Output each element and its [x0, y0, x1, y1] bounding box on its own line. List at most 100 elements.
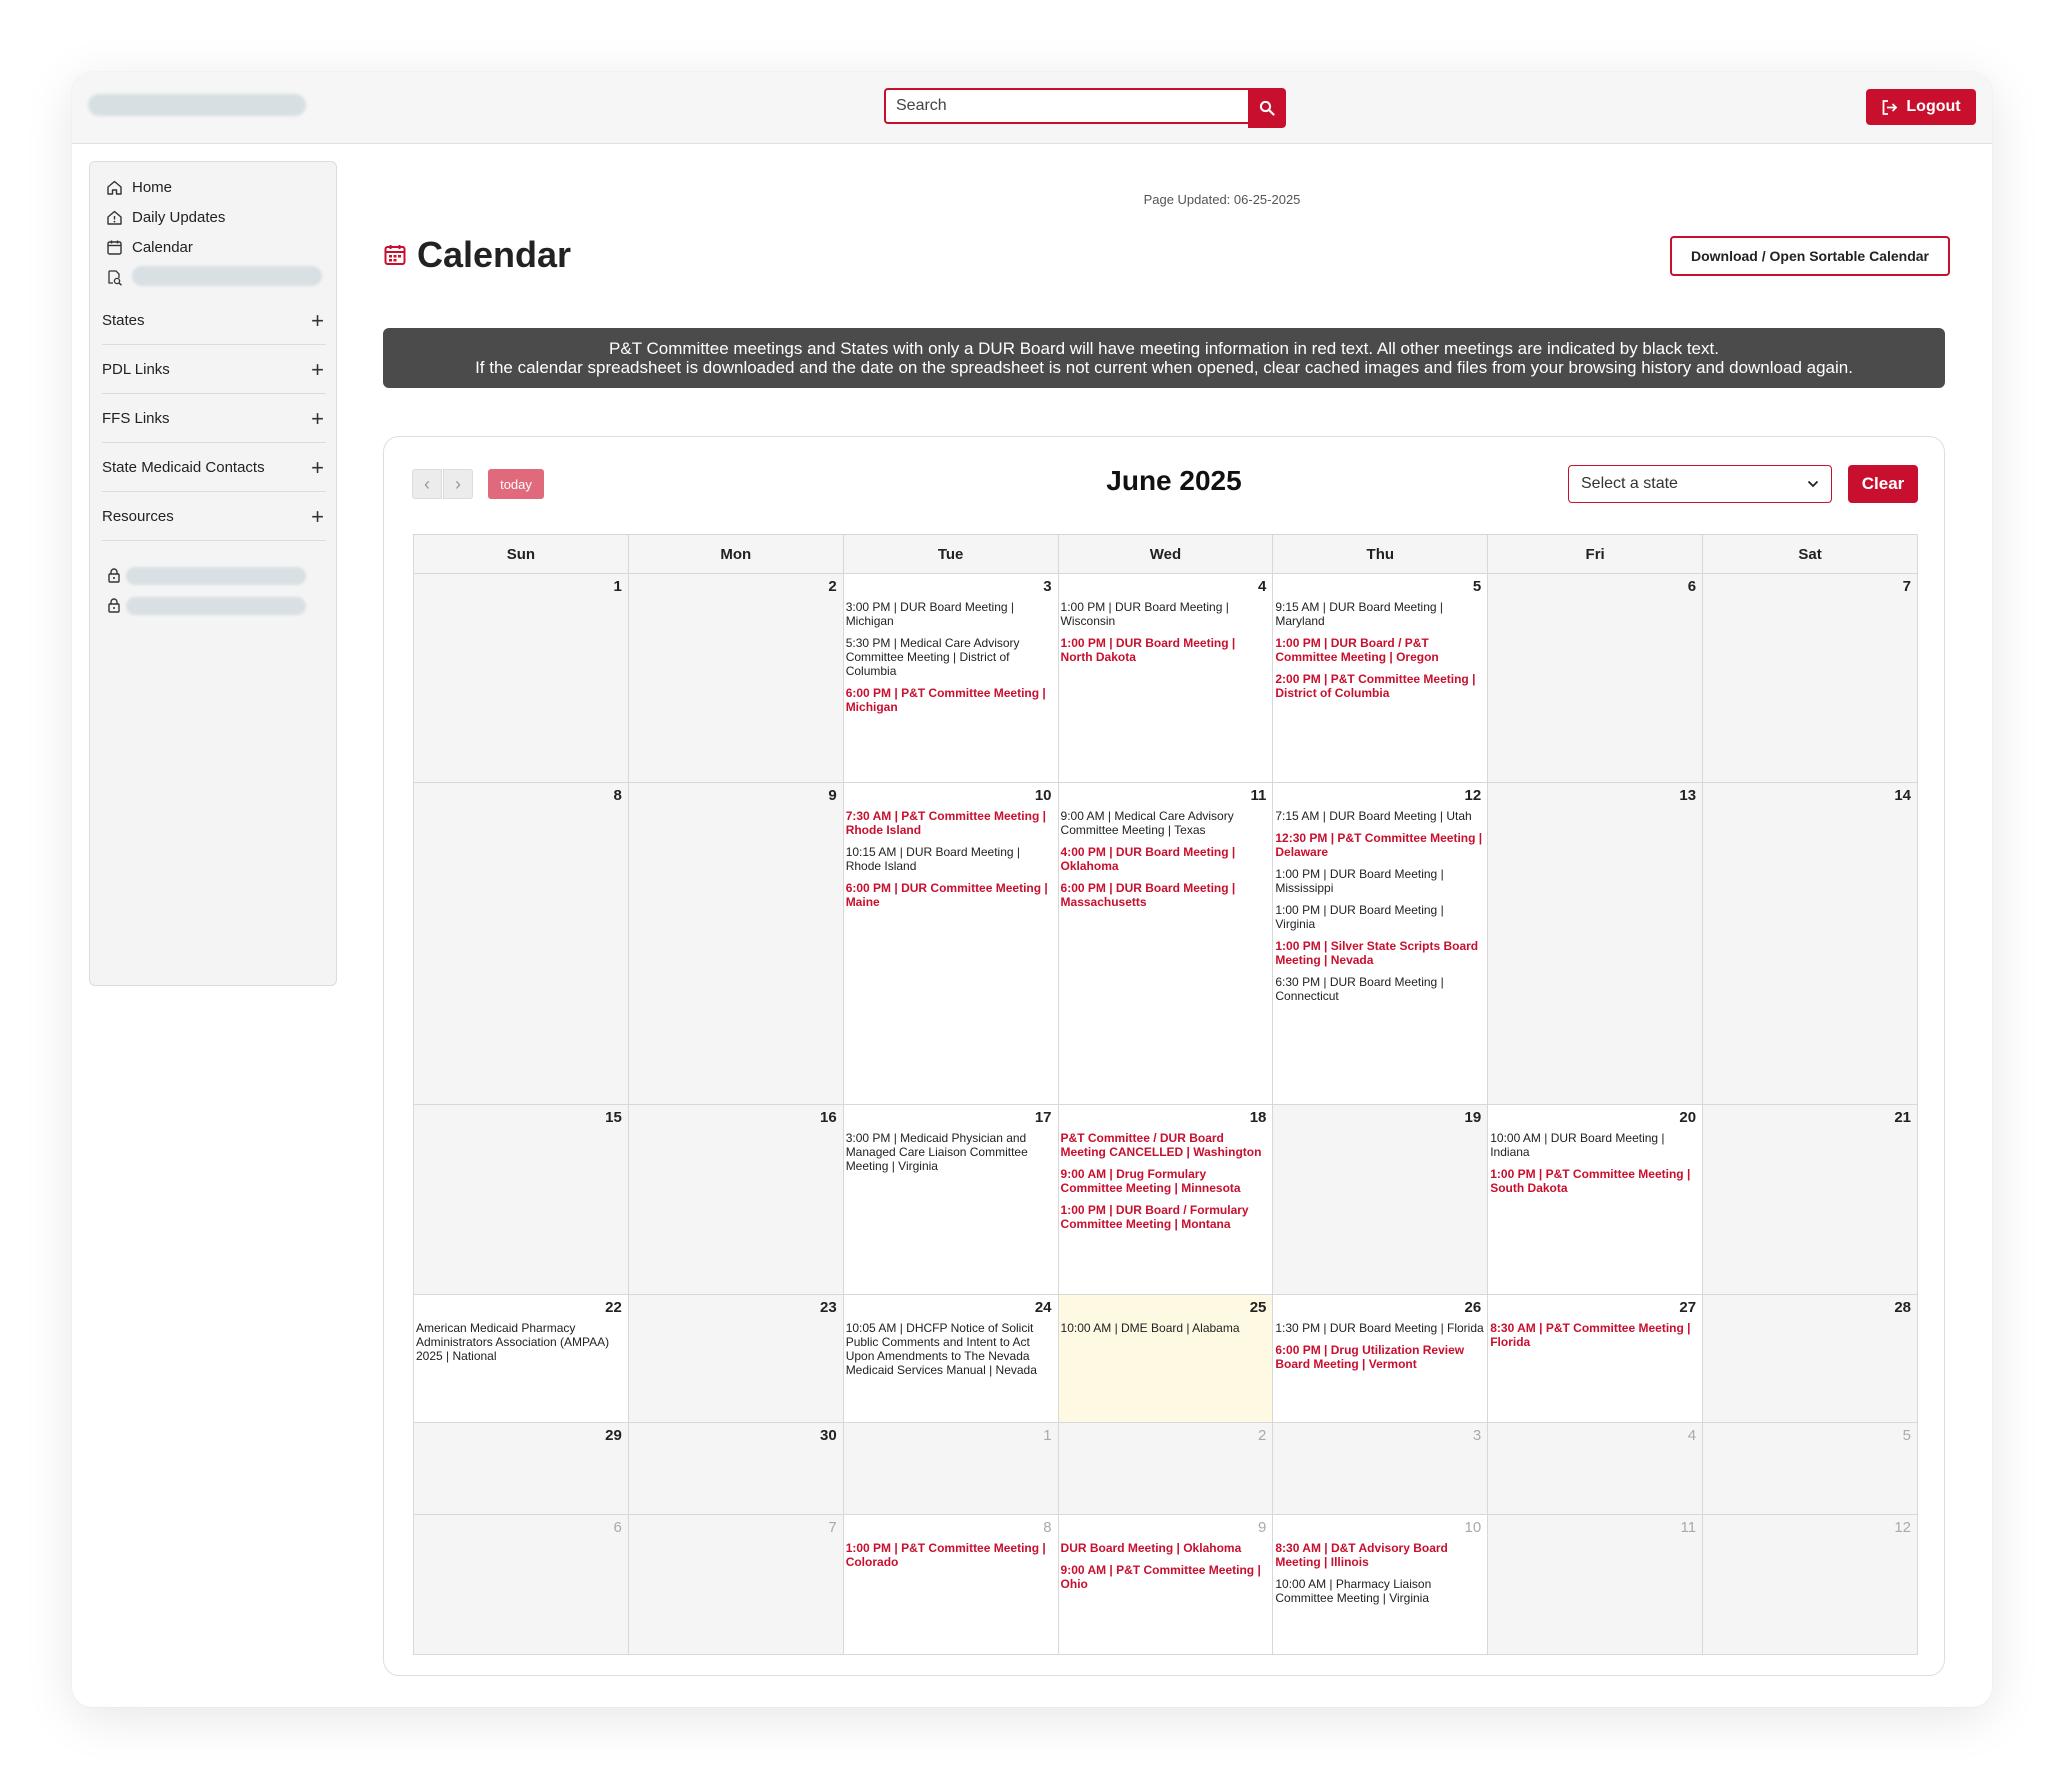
calendar-event[interactable]: 7:15 AM | DUR Board Meeting | Utah	[1273, 809, 1487, 823]
calendar-day-cell[interactable]: 17 3:00 PM | Medicaid Physician and Manag…	[842, 1104, 1059, 1295]
calendar-event[interactable]: 10:00 AM | Pharmacy Liaison Committee Me…	[1273, 1577, 1487, 1605]
calendar-day-cell[interactable]: 11	[1487, 1514, 1704, 1655]
sidebar-item-calendar[interactable]: Calendar	[106, 235, 193, 259]
sidebar-item-home[interactable]: Home	[106, 175, 172, 199]
calendar-event[interactable]: 6:00 PM | P&T Committee Meeting | Michig…	[844, 686, 1058, 714]
sidebar-section-resources[interactable]: Resources +	[102, 493, 326, 541]
sidebar-item-hidden[interactable]	[106, 265, 123, 289]
calendar-day-cell[interactable]: 25 10:00 AM | DME Board | Alabama	[1057, 1294, 1274, 1423]
calendar-event[interactable]: 6:00 PM | Drug Utilization Review Board …	[1273, 1343, 1487, 1371]
calendar-event[interactable]: 9:15 AM | DUR Board Meeting | Maryland	[1273, 600, 1487, 628]
calendar-event[interactable]: 9:00 AM | Medical Care Advisory Committe…	[1059, 809, 1273, 837]
sidebar-section-ffs-links[interactable]: FFS Links +	[102, 395, 326, 443]
calendar-day-cell[interactable]: 28	[1702, 1294, 1918, 1423]
calendar-day-cell[interactable]: 20 10:00 AM | DUR Board Meeting | Indiana…	[1487, 1104, 1704, 1295]
calendar-day-cell[interactable]: 12	[1702, 1514, 1918, 1655]
calendar-event[interactable]: 3:00 PM | DUR Board Meeting | Michigan	[844, 600, 1058, 628]
calendar-day-cell[interactable]: 30	[627, 1422, 844, 1515]
calendar-day-cell[interactable]: 9	[627, 782, 844, 1105]
calendar-day-cell[interactable]: 14	[1702, 782, 1918, 1105]
locked-link[interactable]	[126, 567, 306, 585]
calendar-event[interactable]: 1:00 PM | DUR Board Meeting | Wisconsin	[1059, 600, 1273, 628]
calendar-day-cell[interactable]: 29	[413, 1422, 629, 1515]
calendar-event[interactable]: 8:30 AM | D&T Advisory Board Meeting | I…	[1273, 1541, 1487, 1569]
calendar-day-cell[interactable]: 13	[1487, 782, 1704, 1105]
sidebar-section-pdl-links[interactable]: PDL Links +	[102, 346, 326, 394]
calendar-day-cell[interactable]: 9 DUR Board Meeting | Oklahoma 9:00 AM | P…	[1057, 1514, 1274, 1655]
calendar-event[interactable]: 8:30 AM | P&T Committee Meeting | Florid…	[1488, 1321, 1702, 1349]
clear-button[interactable]: Clear	[1848, 465, 1918, 503]
calendar-day-cell[interactable]: 24 10:05 AM | DHCFP Notice of Solicit Pub…	[842, 1294, 1059, 1423]
calendar-event[interactable]: 2:00 PM | P&T Committee Meeting | Distri…	[1273, 672, 1487, 700]
calendar-event[interactable]: 1:00 PM | DUR Board Meeting | Mississipp…	[1273, 867, 1487, 895]
locked-link[interactable]	[126, 597, 306, 615]
calendar-day-cell[interactable]: 5 9:15 AM | DUR Board Meeting | Maryland 1…	[1272, 573, 1489, 783]
sidebar-section-states[interactable]: States +	[102, 297, 326, 345]
calendar-event[interactable]: 6:00 PM | DUR Board Meeting | Massachuse…	[1059, 881, 1273, 909]
calendar-event[interactable]: 9:00 AM | P&T Committee Meeting | Ohio	[1059, 1563, 1273, 1591]
calendar-event[interactable]: 1:00 PM | DUR Board Meeting | North Dako…	[1059, 636, 1273, 664]
calendar-day-cell[interactable]: 1	[842, 1422, 1059, 1515]
calendar-day-cell[interactable]: 19	[1272, 1104, 1489, 1295]
calendar-event[interactable]: 4:00 PM | DUR Board Meeting | Oklahoma	[1059, 845, 1273, 873]
calendar-day-cell[interactable]: 1	[413, 573, 629, 783]
calendar-event[interactable]: DUR Board Meeting | Oklahoma	[1059, 1541, 1273, 1555]
calendar-day-cell[interactable]: 26 1:30 PM | DUR Board Meeting | Florida 6…	[1272, 1294, 1489, 1423]
calendar-day-cell[interactable]: 2	[1057, 1422, 1274, 1515]
calendar-day-cell[interactable]: 11 9:00 AM | Medical Care Advisory Commit…	[1057, 782, 1274, 1105]
prev-month-button[interactable]: ‹	[412, 469, 442, 499]
calendar-day-cell[interactable]: 2	[627, 573, 844, 783]
calendar-day-cell[interactable]: 8	[413, 782, 629, 1105]
calendar-day-cell[interactable]: 4	[1487, 1422, 1704, 1515]
calendar-event[interactable]: 9:00 AM | Drug Formulary Committee Meeti…	[1059, 1167, 1273, 1195]
calendar-event[interactable]: 1:00 PM | DUR Board Meeting | Virginia	[1273, 903, 1487, 931]
calendar-day-cell[interactable]: 15	[413, 1104, 629, 1295]
calendar-event[interactable]: 1:00 PM | DUR Board / P&T Committee Meet…	[1273, 636, 1487, 664]
search-button[interactable]	[1248, 88, 1286, 128]
calendar-day-cell[interactable]: 16	[627, 1104, 844, 1295]
calendar-event[interactable]: 1:30 PM | DUR Board Meeting | Florida	[1273, 1321, 1487, 1335]
logo[interactable]	[88, 94, 306, 116]
calendar-day-cell[interactable]: 3 3:00 PM | DUR Board Meeting | Michigan 5…	[842, 573, 1059, 783]
calendar-day-cell[interactable]: 6	[413, 1514, 629, 1655]
search-input[interactable]	[884, 88, 1248, 124]
logout-button[interactable]: Logout	[1866, 89, 1976, 125]
calendar-day-cell[interactable]: 6	[1487, 573, 1704, 783]
calendar-day-cell[interactable]: 3	[1272, 1422, 1489, 1515]
calendar-event[interactable]: 6:00 PM | DUR Committee Meeting | Maine	[844, 881, 1058, 909]
calendar-day-cell[interactable]: 23	[627, 1294, 844, 1423]
state-select[interactable]: Select a state	[1568, 465, 1832, 503]
calendar-event[interactable]: 10:00 AM | DUR Board Meeting | Indiana	[1488, 1131, 1702, 1159]
calendar-day-cell[interactable]: 22 American Medicaid Pharmacy Administrat…	[413, 1294, 629, 1423]
calendar-day-cell[interactable]: 27 8:30 AM | P&T Committee Meeting | Flor…	[1487, 1294, 1704, 1423]
calendar-day-cell[interactable]: 4 1:00 PM | DUR Board Meeting | Wisconsin…	[1057, 573, 1274, 783]
calendar-day-cell[interactable]: 7	[627, 1514, 844, 1655]
calendar-event[interactable]: 7:30 AM | P&T Committee Meeting | Rhode …	[844, 809, 1058, 837]
calendar-day-cell[interactable]: 18 P&T Committee / DUR Board Meeting CANC…	[1057, 1104, 1274, 1295]
calendar-event[interactable]: 10:00 AM | DME Board | Alabama	[1059, 1321, 1273, 1335]
calendar-day-cell[interactable]: 7	[1702, 573, 1918, 783]
calendar-event[interactable]: 10:15 AM | DUR Board Meeting | Rhode Isl…	[844, 845, 1058, 873]
next-month-button[interactable]: ›	[443, 469, 473, 499]
calendar-event[interactable]: 6:30 PM | DUR Board Meeting | Connecticu…	[1273, 975, 1487, 1003]
calendar-day-cell[interactable]: 10 8:30 AM | D&T Advisory Board Meeting |…	[1272, 1514, 1489, 1655]
calendar-event[interactable]: 1:00 PM | DUR Board / Formulary Committe…	[1059, 1203, 1273, 1231]
calendar-day-cell[interactable]: 10 7:30 AM | P&T Committee Meeting | Rhod…	[842, 782, 1059, 1105]
calendar-day-cell[interactable]: 8 1:00 PM | P&T Committee Meeting | Color…	[842, 1514, 1059, 1655]
calendar-event[interactable]: American Medicaid Pharmacy Administrator…	[414, 1321, 628, 1363]
calendar-event[interactable]: P&T Committee / DUR Board Meeting CANCEL…	[1059, 1131, 1273, 1159]
calendar-day-cell[interactable]: 12 7:15 AM | DUR Board Meeting | Utah 12:3…	[1272, 782, 1489, 1105]
calendar-event[interactable]: 1:00 PM | Silver State Scripts Board Mee…	[1273, 939, 1487, 967]
calendar-event[interactable]: 1:00 PM | P&T Committee Meeting | South …	[1488, 1167, 1702, 1195]
today-button[interactable]: today	[488, 469, 544, 499]
calendar-event[interactable]: 10:05 AM | DHCFP Notice of Solicit Publi…	[844, 1321, 1058, 1377]
calendar-day-cell[interactable]: 21	[1702, 1104, 1918, 1295]
sidebar-item-daily-updates[interactable]: Daily Updates	[106, 205, 225, 229]
download-calendar-button[interactable]: Download / Open Sortable Calendar	[1670, 236, 1950, 276]
calendar-event[interactable]: 3:00 PM | Medicaid Physician and Managed…	[844, 1131, 1058, 1173]
sidebar-section-state-medicaid-contacts[interactable]: State Medicaid Contacts +	[102, 444, 326, 492]
calendar-day-cell[interactable]: 5	[1702, 1422, 1918, 1515]
calendar-event[interactable]: 12:30 PM | P&T Committee Meeting | Delaw…	[1273, 831, 1487, 859]
calendar-event[interactable]: 5:30 PM | Medical Care Advisory Committe…	[844, 636, 1058, 678]
calendar-event[interactable]: 1:00 PM | P&T Committee Meeting | Colora…	[844, 1541, 1058, 1569]
